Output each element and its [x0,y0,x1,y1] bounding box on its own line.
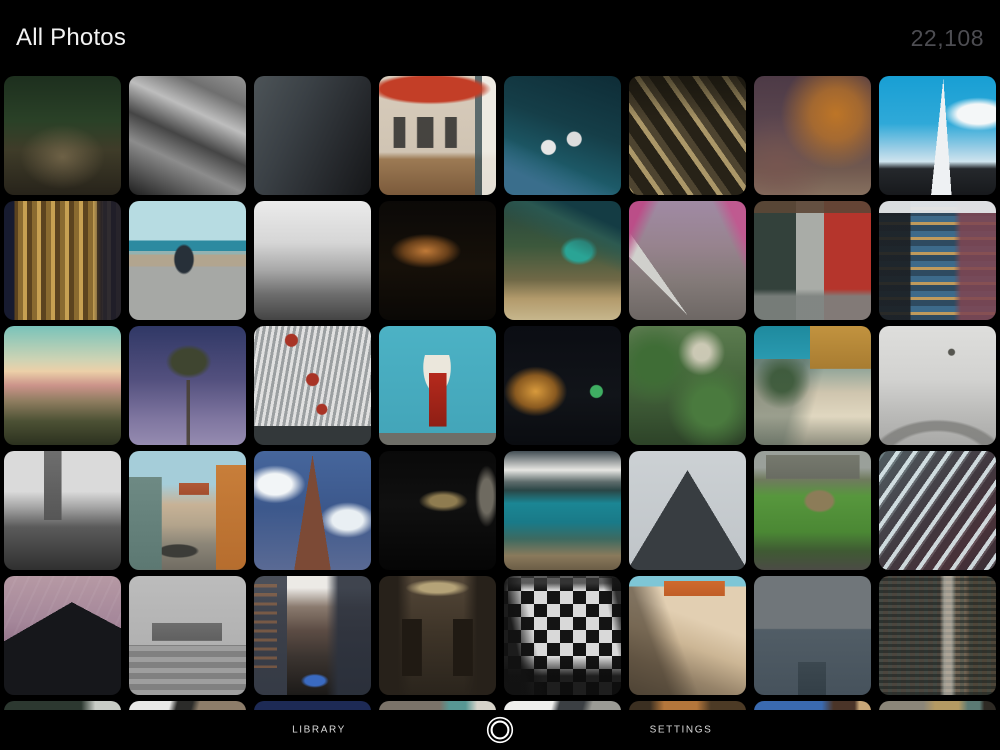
photos-app: All Photos 22,108 LIBRARY SETTINGS [0,0,1000,750]
photo-thumbnail-striped-facade-lift[interactable] [879,201,996,320]
photo-thumbnail-building-corner-below[interactable] [629,451,746,570]
photo-thumbnail-teal-bay-clouds[interactable] [504,451,621,570]
photo-thumbnail-sneakers-over-water[interactable] [504,76,621,195]
bottom-toolbar: LIBRARY SETTINGS [0,710,1000,750]
photo-thumbnail-bamboo-scaffolding[interactable] [629,76,746,195]
photo-thumbnail-white-bridge-pylon[interactable] [879,76,996,195]
photo-thumbnail-hapenny-bridge[interactable] [879,326,996,445]
photo-thumbnail-bw-curved-overpass[interactable] [129,76,246,195]
photo-thumbnail-dark-lattice-building[interactable] [4,576,121,695]
photo-thumbnail-hongkong-street-dusk[interactable] [254,576,371,695]
photo-thumbnail-moonlit-night-clouds[interactable] [379,201,496,320]
photo-thumbnail-bw-railway-shed[interactable] [129,576,246,695]
photo-thumbnail-mongkok-market[interactable] [629,201,746,320]
photo-thumbnail-bw-foggy-hillside[interactable] [254,201,371,320]
photo-thumbnail-salon-street-red-tram[interactable] [754,201,871,320]
page-title: All Photos [16,24,127,51]
photo-thumbnail-stone-village-street[interactable] [629,576,746,695]
photo-thumbnail-forest-tree-roots[interactable] [4,76,121,195]
photo-thumbnail-cafe-red-surfboard[interactable] [379,76,496,195]
photo-count: 22,108 [910,24,984,51]
photo-thumbnail-bw-rooftops-tower[interactable] [4,451,121,570]
photo-thumbnail-checkerboard-facade[interactable] [504,576,621,695]
photo-thumbnail-coastal-trail[interactable] [504,201,621,320]
lens-button[interactable] [483,713,517,747]
photo-thumbnail-facade-red-lanterns[interactable] [254,326,371,445]
photo-thumbnail-autumn-tree-branches[interactable] [754,76,871,195]
photo-thumbnail-wood-canopy-plaza[interactable] [754,326,871,445]
photo-thumbnail-gray-sea-bow[interactable] [754,576,871,695]
photo-thumbnail-palm-tree-dusk[interactable] [129,326,246,445]
photo-thumbnail-dense-towers-lookup[interactable] [879,576,996,695]
photo-thumbnail-turquoise-wall-red-door[interactable] [379,326,496,445]
photo-grid [0,76,1000,750]
photo-thumbnail-dark-city-street[interactable] [254,76,371,195]
photo-thumbnail-pier-fisherman[interactable] [129,201,246,320]
photo-thumbnail-golden-towers[interactable] [4,201,121,320]
photo-thumbnail-night-food-stall[interactable] [504,326,621,445]
settings-button[interactable]: SETTINGS [642,719,721,742]
photo-thumbnail-plant-shop[interactable] [629,326,746,445]
photo-thumbnail-dark-parking-garage[interactable] [379,451,496,570]
library-button[interactable]: LIBRARY [284,719,354,742]
photo-thumbnail-train-interior[interactable] [379,576,496,695]
photo-thumbnail-bicycle-on-lawn[interactable] [754,451,871,570]
photo-thumbnail-dusk-grassland[interactable] [4,326,121,445]
photo-thumbnail-village-lane-speedbump[interactable] [129,451,246,570]
photo-thumbnail-brick-chimney-sky[interactable] [254,451,371,570]
concentric-circles-icon [485,715,515,745]
header: All Photos 22,108 [0,0,1000,76]
photo-thumbnail-curved-glass-atrium[interactable] [879,451,996,570]
